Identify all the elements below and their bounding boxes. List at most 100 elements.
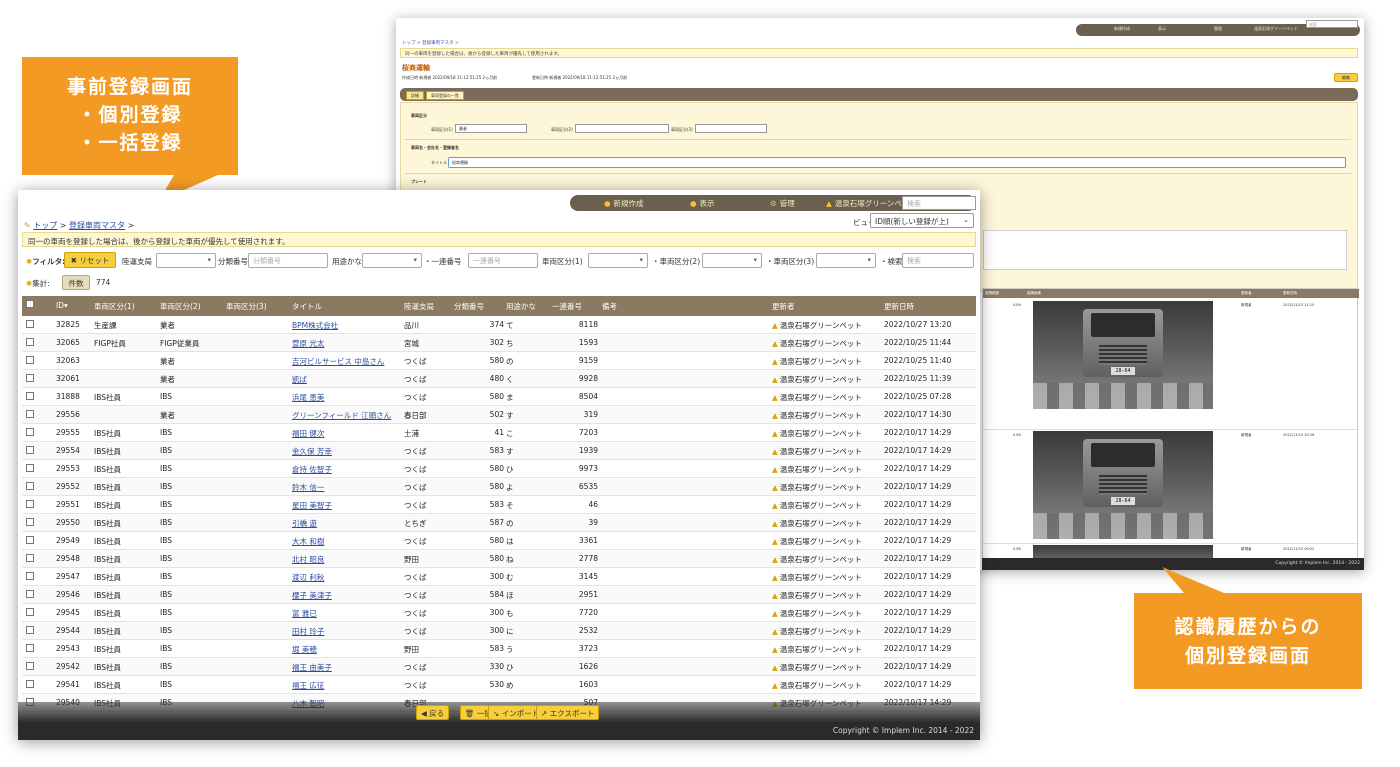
table-row[interactable]: 32825 生産課 業者 BPM株式会社 品川 374 て 8118 ▲ 温泉石塚グリーンペット 2… (22, 316, 976, 334)
aggregate-count-button[interactable]: 件数 (62, 275, 90, 290)
select-k2[interactable] (575, 124, 669, 133)
nav-user[interactable]: 温泉石塚グリーンペット (1254, 26, 1298, 32)
col-updater[interactable]: 更新者 (772, 301, 795, 312)
back-button[interactable]: ◀ 戻る (416, 705, 450, 720)
row-checkbox[interactable] (26, 392, 34, 400)
cell-title[interactable]: 渡辺 利秋 (292, 572, 324, 583)
table-row[interactable]: 29545 IBS社員 IBS 富 雅已 つくば 300 も 7720 ▲ 温泉石塚グリーンペット… (22, 604, 976, 622)
breadcrumb-top[interactable]: トップ (33, 221, 57, 230)
table-row[interactable]: 29556 業者 グリーンフィールド 江頭さん 春日部 502 す 319 ▲ 温泉石塚グリーン… (22, 406, 976, 424)
nav-view[interactable]: 表示 (1158, 26, 1166, 32)
tab-vehicle-list[interactable]: 車両登録の一覧 (426, 91, 464, 100)
table-row[interactable]: 29550 IBS社員 IBS 引橋 遊 とちぎ 587 の 39 ▲ 温泉石塚グリーンペット 20… (22, 514, 976, 532)
table-row[interactable]: 29542 IBS社員 IBS 福王 由美子 つくば 330 ひ 1626 ▲ 温泉石塚グリーンペ… (22, 658, 976, 676)
table-row[interactable]: 32063 業者 吉河ビルサービス 中島さん つくば 580 の 9159 ▲ 温泉石塚グリーン… (22, 352, 976, 370)
nav-manage[interactable]: 管理 (1214, 26, 1222, 32)
row-checkbox[interactable] (26, 356, 34, 364)
row-checkbox[interactable] (26, 500, 34, 508)
filter-reset-button[interactable]: ✖ リセット (64, 252, 116, 268)
col-k2[interactable]: 車両区分(2) (160, 301, 201, 312)
col-class[interactable]: 分類番号 (454, 301, 484, 312)
nav-search-input[interactable]: 検索 (902, 196, 976, 210)
row-checkbox[interactable] (26, 374, 34, 382)
col-office[interactable]: 陸運支局 (404, 301, 434, 312)
row-checkbox[interactable] (26, 464, 34, 472)
cell-title[interactable]: 櫻子 美津子 (292, 590, 332, 601)
row-checkbox[interactable] (26, 536, 34, 544)
filter-kana-select[interactable]: ▾ (362, 253, 422, 268)
row-checkbox[interactable] (26, 320, 34, 328)
breadcrumb[interactable]: トップ > 登録車両マスタ > (402, 40, 459, 46)
col-updated[interactable]: 更新日時 (884, 301, 914, 312)
cell-title[interactable]: 福田 健次 (292, 428, 324, 439)
cell-title[interactable]: 福王 広征 (292, 680, 324, 691)
col-k1[interactable]: 車両区分(1) (94, 301, 135, 312)
table-row[interactable]: 32065 FIGP社員 FIGP従業員 菅原 光太 宮城 302 ち 1593 ▲ 温泉石塚グリ… (22, 334, 976, 352)
filter-office-select[interactable]: ▾ (156, 253, 216, 268)
table-row[interactable]: 29554 IBS社員 IBS 金久保 芳幸 つくば 583 す 1939 ▲ 温泉石塚グリーンペ… (22, 442, 976, 460)
table-row[interactable]: 29549 IBS社員 IBS 大木 和樹 つくば 580 は 3361 ▲ 温泉石塚グリーンペッ… (22, 532, 976, 550)
table-row[interactable]: 29546 IBS社員 IBS 櫻子 美津子 つくば 584 ほ 2951 ▲ 温泉石塚グリーンペ… (22, 586, 976, 604)
cell-title[interactable]: 浜尾 恵美 (292, 392, 324, 403)
row-checkbox[interactable] (26, 338, 34, 346)
cell-title[interactable]: 鈴木 信一 (292, 482, 324, 493)
row-checkbox[interactable] (26, 518, 34, 526)
cell-title[interactable]: BPM株式会社 (292, 320, 338, 331)
row-checkbox[interactable] (26, 554, 34, 562)
col-k3[interactable]: 車両区分(3) (226, 301, 267, 312)
table-row[interactable]: 29552 IBS社員 IBS 鈴木 信一 つくば 580 よ 6535 ▲ 温泉石塚グリーンペッ… (22, 478, 976, 496)
cell-title[interactable]: 田村 玲子 (292, 626, 324, 637)
filter-k2-select[interactable]: ▾ (702, 253, 762, 268)
table-row[interactable]: 29548 IBS社員 IBS 北村 昭良 野田 580 ね 2778 ▲ 温泉石塚グリーンペット… (22, 550, 976, 568)
row-checkbox[interactable] (26, 446, 34, 454)
cell-title[interactable]: 大木 和樹 (292, 536, 324, 547)
cell-title[interactable]: 金久保 芳幸 (292, 446, 332, 457)
view-select[interactable]: ID順(新しい登録が上) ⌄ (870, 213, 974, 228)
cell-title[interactable]: 引橋 遊 (292, 518, 317, 529)
cell-title[interactable]: 富 雅已 (292, 608, 317, 619)
select-all-checkbox[interactable] (26, 300, 34, 308)
cell-title[interactable]: 星田 美智子 (292, 500, 332, 511)
row-checkbox[interactable] (26, 626, 34, 634)
nav-manage[interactable]: ⚙ 管理 (770, 198, 795, 209)
cell-title[interactable]: 倉持 佐智子 (292, 464, 332, 475)
filter-search-input[interactable]: 検索 (902, 253, 974, 268)
row-checkbox[interactable] (26, 608, 34, 616)
nav-search-input[interactable]: 検索 (1306, 20, 1358, 28)
cell-title[interactable]: 吉河ビルサービス 中島さん (292, 356, 384, 367)
col-kana[interactable]: 用途かな (506, 301, 536, 312)
table-row[interactable]: 29553 IBS社員 IBS 倉持 佐智子 つくば 580 ひ 9973 ▲ 温泉石塚グリーンペ… (22, 460, 976, 478)
cell-title[interactable]: 菅原 光太 (292, 338, 324, 349)
col-title[interactable]: タイトル (292, 301, 322, 312)
row-checkbox[interactable] (26, 662, 34, 670)
filter-class-input[interactable]: 分類番号 (248, 253, 328, 268)
filter-serial-input[interactable]: 一連番号 (468, 253, 538, 268)
filter-k3-select[interactable]: ▾ (816, 253, 876, 268)
select-k1[interactable]: 業者 (455, 124, 527, 133)
breadcrumb-master[interactable]: 登録車両マスタ (69, 221, 125, 230)
nav-new[interactable]: ● 新規作成 (604, 198, 644, 209)
table-row[interactable]: 29541 IBS社員 IBS 福王 広征 つくば 530 め 1603 ▲ 温泉石塚グリーンペッ… (22, 676, 976, 694)
camera-image[interactable]: 28-64 (1033, 431, 1213, 539)
cell-title[interactable]: 堀 美穂 (292, 644, 317, 655)
col-serial[interactable]: 一連番号 (552, 301, 582, 312)
col-remarks[interactable]: 備考 (602, 301, 617, 312)
nav-view[interactable]: ● 表示 (690, 198, 715, 209)
row-checkbox[interactable] (26, 644, 34, 652)
table-row[interactable]: 29547 IBS社員 IBS 渡辺 利秋 つくば 300 む 3145 ▲ 温泉石塚グリーンペッ… (22, 568, 976, 586)
cell-title[interactable]: グリーンフィールド 江頭さん (292, 410, 391, 421)
export-button[interactable]: ↗ エクスポート (536, 705, 600, 720)
table-row[interactable]: 31888 IBS社員 IBS 浜尾 恵美 つくば 580 ま 8504 ▲ 温泉石塚グリーンペッ… (22, 388, 976, 406)
row-checkbox[interactable] (26, 572, 34, 580)
nav-new[interactable]: 新規作成 (1114, 26, 1130, 32)
cell-title[interactable]: 凱ば (292, 374, 307, 385)
table-row[interactable]: 29551 IBS社員 IBS 星田 美智子 つくば 583 そ 46 ▲ 温泉石塚グリーンペット… (22, 496, 976, 514)
table-row[interactable]: 29544 IBS社員 IBS 田村 玲子 つくば 300 に 2532 ▲ 温泉石塚グリーンペッ… (22, 622, 976, 640)
row-checkbox[interactable] (26, 590, 34, 598)
title-input[interactable]: 桜商運輸 (448, 157, 1346, 168)
table-row[interactable]: 32061 業者 凱ば つくば 480 く 9928 ▲ 温泉石塚グリーンペット 2022/10/… (22, 370, 976, 388)
cell-title[interactable]: 福王 由美子 (292, 662, 332, 673)
row-checkbox[interactable] (26, 482, 34, 490)
remarks-textarea[interactable] (983, 230, 1347, 270)
col-id[interactable]: ID▾ (56, 301, 68, 310)
